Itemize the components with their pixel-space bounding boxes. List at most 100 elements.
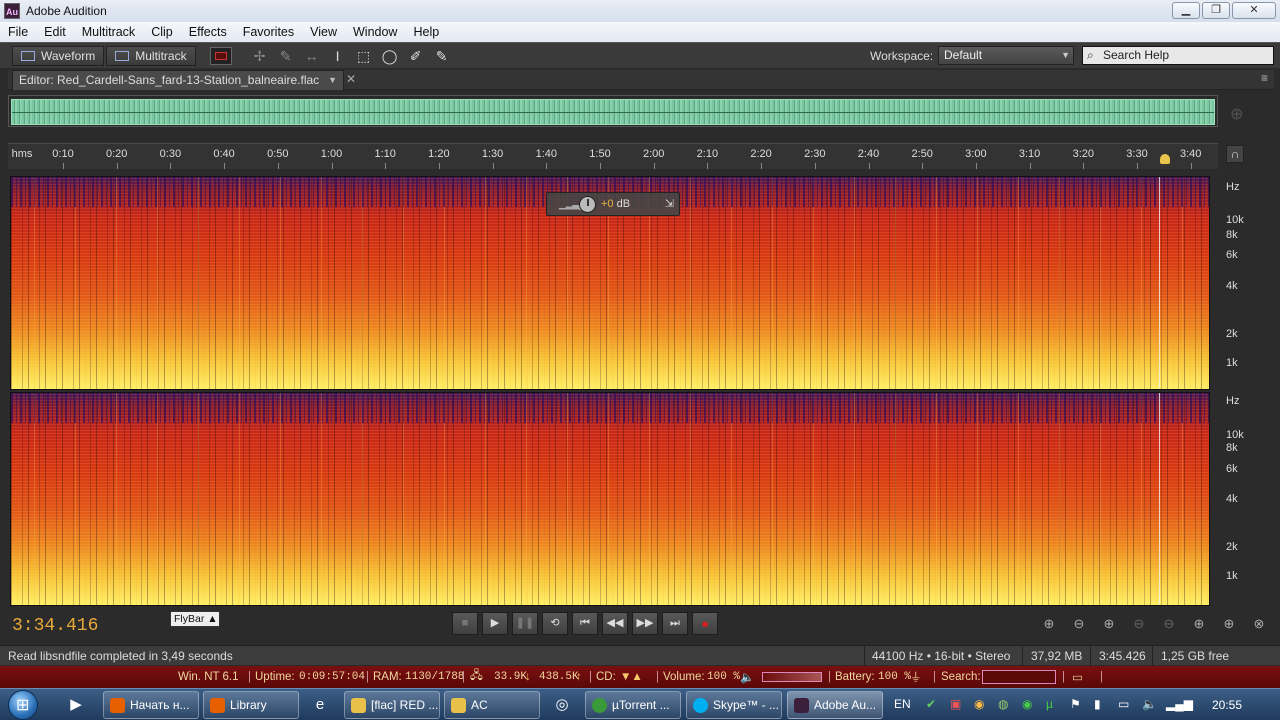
display-icon[interactable]: ▭ (1118, 697, 1129, 711)
green-tray-icon[interactable]: ◉ (1022, 697, 1032, 711)
fast-forward-button[interactable]: ▶▶ (632, 612, 658, 635)
snap-icon[interactable]: ∩ (1226, 145, 1244, 163)
menu-clip[interactable]: Clip (143, 25, 181, 39)
gain-value: +0 (601, 198, 614, 210)
close-icon[interactable]: ✕ (346, 72, 356, 86)
volume-knob[interactable] (579, 196, 596, 213)
taskbar-item-flac-folder[interactable]: [flac] RED ... (344, 691, 440, 719)
uptime-label: Uptime: (255, 671, 295, 683)
chrome-icon[interactable]: ◎ (544, 692, 580, 718)
sysbar-search-input[interactable] (982, 670, 1056, 684)
panel-menu-icon[interactable]: ≡ (1261, 71, 1268, 85)
lasso-tool-icon[interactable]: ◯ (380, 46, 400, 66)
spectral-display-right-channel[interactable] (10, 392, 1210, 606)
media-player-icon[interactable]: ▶ (58, 692, 94, 718)
close-button[interactable]: ✕ (1232, 2, 1276, 19)
menu-help[interactable]: Help (405, 25, 447, 39)
time-selection-tool-icon[interactable]: I (328, 46, 348, 66)
zoom-in-point-icon[interactable]: ⊕ (1184, 616, 1214, 632)
internet-explorer-icon[interactable]: e (302, 692, 338, 718)
security-icon[interactable]: ▣ (950, 697, 961, 711)
multitrack-view-button[interactable]: Multitrack (106, 45, 196, 66)
status-bar: Read libsndfile completed in 3,49 second… (0, 645, 1280, 666)
workspace-select[interactable]: Default ▼ (938, 46, 1074, 65)
clock[interactable]: 20:55 (1212, 698, 1242, 712)
hz-label: 1k (1226, 357, 1238, 369)
zoom-out-amplitude-icon[interactable]: ⊖ (1064, 616, 1094, 632)
start-button[interactable] (8, 690, 38, 720)
ruler-tick-label: 3:10 (1018, 148, 1041, 160)
ruler-tick (1029, 163, 1031, 169)
zoom-in-time-icon[interactable]: ⊕ (1094, 616, 1124, 632)
record-button[interactable]: ● (692, 612, 718, 635)
chevron-down-icon[interactable]: ▼ (328, 71, 337, 89)
cd-eject-icon[interactable]: ▼▲ (620, 671, 643, 683)
zoom-out-time-icon[interactable]: ⊖ (1124, 616, 1154, 632)
taskbar-item-utorrent[interactable]: µTorrent ... (585, 691, 681, 719)
brush-tool-icon[interactable]: ✐ (406, 46, 426, 66)
playhead-line (1159, 393, 1160, 605)
chrome-tray-icon[interactable]: ◉ (974, 697, 984, 711)
signal-icon[interactable]: ▂▄▆ (1166, 697, 1193, 711)
drive-icon[interactable]: ▭ (1072, 670, 1083, 684)
stop-button[interactable]: ■ (452, 612, 478, 635)
menu-favorites[interactable]: Favorites (235, 25, 302, 39)
menu-file[interactable]: File (0, 25, 36, 39)
taskbar-item-firefox-1[interactable]: Начать н... (103, 691, 199, 719)
maximize-button[interactable]: ❐ (1202, 2, 1230, 19)
ruler-tick-label: 2:40 (857, 148, 880, 160)
utorrent-tray-icon[interactable]: µ (1046, 697, 1053, 711)
tray-app-icon[interactable]: ◍ (998, 697, 1008, 711)
zoom-full-icon[interactable]: ⊗ (1244, 616, 1274, 632)
taskbar-item-library[interactable]: Library (203, 691, 299, 719)
overview-waveform[interactable] (8, 95, 1218, 127)
minimize-button[interactable]: ▁ (1172, 2, 1200, 19)
power-icon[interactable]: ▮ (1094, 697, 1101, 711)
loop-button[interactable]: ⟲ (542, 612, 568, 635)
speaker-icon[interactable]: 🔈 (740, 670, 754, 684)
pin-icon[interactable]: ⇲ (665, 197, 674, 210)
ruler-tick (438, 163, 440, 169)
editor-tab[interactable]: Editor: Red_Cardell-Sans_fard-13-Station… (12, 70, 344, 90)
volume-hud[interactable]: ▁▂▃▄ +0 dB ⇲ (546, 192, 680, 216)
taskbar-item-audition[interactable]: Adobe Au... (787, 691, 883, 719)
menu-multitrack[interactable]: Multitrack (74, 25, 143, 39)
volume-tray-icon[interactable]: 🔈 (1142, 697, 1157, 711)
razor-tool-icon[interactable]: ✎ (276, 46, 296, 66)
language-indicator[interactable]: EN (894, 697, 911, 711)
waveform-view-button[interactable]: Waveform (12, 45, 105, 66)
rewind-button[interactable]: ◀◀ (602, 612, 628, 635)
taskbar-item-skype[interactable]: Skype™ - ... (686, 691, 782, 719)
volume-slider[interactable] (762, 672, 822, 682)
ruler-tick-label: 3:20 (1072, 148, 1095, 160)
move-tool-icon[interactable]: ✢ (250, 46, 270, 66)
flybar-button[interactable]: FlyBar ▲ (170, 611, 220, 627)
marquee-tool-icon[interactable]: ⬚ (354, 46, 374, 66)
spectral-display-toggle-icon[interactable] (209, 46, 232, 65)
skip-to-end-button[interactable]: ⏭ (662, 612, 688, 635)
pause-button[interactable]: ❚❚ (512, 612, 538, 635)
flag-icon[interactable]: ⚑ (1070, 697, 1081, 711)
slip-tool-icon[interactable]: ↔ (302, 46, 322, 66)
zoom-selection-icon[interactable]: ⊕ (1214, 616, 1244, 632)
taskbar-item-label: Adobe Au... (814, 698, 877, 712)
playhead-marker[interactable] (1160, 154, 1170, 164)
skip-to-start-button[interactable]: ⏮ (572, 612, 598, 635)
spot-healing-tool-icon[interactable]: ✎ (432, 46, 452, 66)
check-icon[interactable]: ✔ (926, 697, 936, 711)
frequency-scale-left: Hz 10k 8k 6k 4k 2k 1k (1218, 176, 1268, 390)
menu-view[interactable]: View (302, 25, 345, 39)
sample-format: 44100 Hz • 16-bit • Stereo (872, 649, 1011, 663)
zoom-icon[interactable]: ⊕ (1230, 104, 1243, 124)
zoom-out-full-icon[interactable]: ⊖ (1154, 616, 1184, 632)
menu-window[interactable]: Window (345, 25, 405, 39)
zoom-in-amplitude-icon[interactable]: ⊕ (1034, 616, 1064, 632)
time-ruler[interactable]: hms 0:10 0:20 0:30 0:40 0:50 1:00 1:10 1:20 1:30… (8, 143, 1218, 169)
ruler-tick-label: 2:00 (642, 148, 665, 160)
search-help-input[interactable]: ⌕ Search Help (1082, 46, 1274, 65)
taskbar-item-ac-folder[interactable]: AC (444, 691, 540, 719)
menu-edit[interactable]: Edit (36, 25, 74, 39)
play-button[interactable]: ▶ (482, 612, 508, 635)
menu-effects[interactable]: Effects (181, 25, 235, 39)
ruler-tick (277, 163, 279, 169)
